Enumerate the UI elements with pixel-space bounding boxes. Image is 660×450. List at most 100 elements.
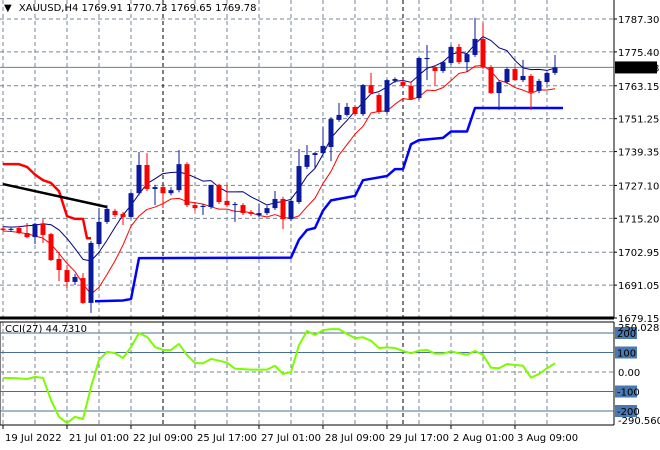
candle-body: [112, 210, 118, 216]
candle: [384, 78, 390, 114]
candle-body: [168, 190, 174, 194]
candle: [368, 72, 374, 95]
candle-body: [48, 234, 54, 261]
candle: [416, 56, 422, 101]
candle: [144, 153, 150, 191]
candle-body: [352, 106, 358, 115]
candle-body: [80, 278, 86, 303]
candle-body: [72, 276, 78, 282]
candle: [136, 151, 142, 196]
candle-body: [536, 80, 542, 91]
candle-body: [488, 67, 494, 94]
candle: [48, 232, 54, 261]
candle-body: [360, 85, 366, 115]
candle: [248, 210, 254, 216]
candle: [408, 82, 414, 101]
triangle-down-icon[interactable]: ▼: [4, 3, 12, 14]
candle: [304, 145, 310, 170]
candle-body: [384, 80, 390, 112]
candle-body: [256, 213, 262, 216]
candle: [88, 241, 94, 313]
candle-body: [552, 67, 558, 73]
price-axis-label: 1739.35: [618, 148, 659, 159]
candle-body: [152, 187, 158, 190]
candle-body: [400, 82, 406, 86]
candle-body: [128, 193, 134, 217]
candle: [472, 17, 478, 57]
candle-body: [544, 72, 550, 83]
candle: [344, 103, 350, 117]
candle: [64, 265, 70, 289]
candle: [456, 43, 462, 65]
candle: [360, 83, 366, 117]
candle: [528, 74, 534, 110]
cci-line: [3, 328, 556, 425]
time-axis-label: 25 Jul 17:00: [197, 433, 257, 444]
candle: [280, 196, 286, 230]
candle-body: [160, 187, 166, 194]
candle-body: [192, 205, 198, 209]
cci-title: CCI(27) 44.7310: [5, 324, 87, 335]
time-axis-label: 28 Jul 09:00: [325, 433, 385, 444]
time-axis-label: 29 Jul 17:00: [389, 433, 449, 444]
candle-body: [480, 38, 486, 68]
candle: [96, 208, 102, 247]
candle: [336, 103, 342, 122]
candle: [376, 93, 382, 114]
candle-body: [0, 228, 6, 230]
candle-body: [184, 164, 190, 206]
candle: [72, 273, 78, 285]
candle: [80, 273, 86, 305]
candle-body: [424, 57, 430, 60]
candle: [296, 148, 302, 204]
close-value: 1769.78: [215, 3, 257, 14]
candle-body: [448, 46, 454, 63]
candle-body: [296, 166, 302, 203]
candle-body: [504, 69, 510, 83]
candle-body: [328, 119, 334, 148]
price-axis-label: 1715.20: [618, 214, 659, 225]
candle: [544, 72, 550, 84]
candle: [320, 127, 326, 156]
candle-body: [56, 258, 62, 271]
candle-body: [24, 232, 30, 238]
candle: [440, 61, 446, 73]
candle: [328, 117, 334, 162]
candle-body: [464, 54, 470, 63]
candle: [0, 226, 6, 232]
candle-body: [376, 95, 382, 112]
time-axis-label: 22 Jul 09:00: [133, 433, 193, 444]
candle-body: [32, 223, 38, 238]
candle-body: [248, 211, 254, 214]
chart-canvas[interactable]: 1787.30 1775.40 1763.15 1751.25 1739.35 1727.…: [0, 0, 660, 450]
candle: [232, 202, 238, 222]
candle-body: [312, 153, 318, 156]
candle-body: [368, 85, 374, 94]
price-axis-label: 1787.30: [618, 15, 659, 26]
candle-body: [272, 198, 278, 209]
candle: [32, 222, 38, 245]
candle-body: [304, 155, 310, 167]
candle: [264, 205, 270, 216]
candle-body: [64, 270, 70, 282]
time-axis-label: 2 Aug 01:00: [453, 433, 514, 444]
candle-body: [240, 205, 246, 214]
candle-body: [144, 164, 150, 190]
price-axis-label: 1775.40: [618, 48, 659, 59]
candle: [480, 22, 486, 70]
candle: [520, 59, 526, 83]
chart-window[interactable]: 1787.30 1775.40 1763.15 1751.25 1739.35 1727.…: [0, 0, 660, 450]
candle-body: [336, 114, 342, 120]
candle: [352, 104, 358, 117]
candle-body: [232, 203, 238, 206]
candle-body: [472, 38, 478, 55]
candle-body: [136, 164, 142, 194]
cci-level-label: 100: [617, 349, 636, 360]
candle: [200, 203, 206, 216]
candle-body: [520, 75, 526, 81]
candle: [496, 80, 502, 110]
candle: [488, 65, 494, 94]
candle: [240, 203, 246, 216]
price-axis-label: 1727.10: [618, 181, 659, 192]
cci-min-label: -290.5605: [618, 416, 660, 427]
